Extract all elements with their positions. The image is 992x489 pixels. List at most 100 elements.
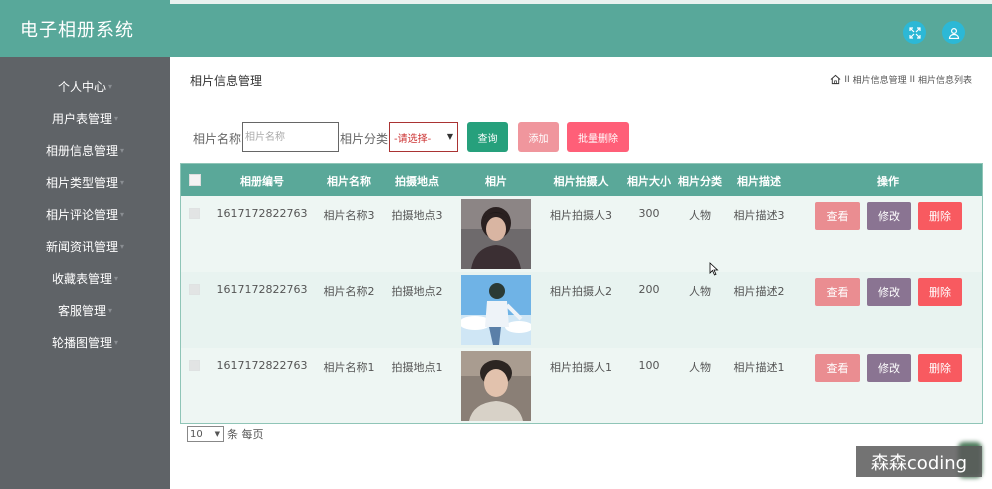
chevron-down-icon: ▾ (108, 81, 113, 91)
cell-description: 相片描述1 (733, 361, 785, 374)
cell-location: 拍摄地点1 (391, 361, 443, 374)
cell-photo-name: 相片名称2 (323, 285, 375, 298)
watermark: 森森coding (856, 446, 982, 477)
column-header: 操作 (877, 175, 899, 188)
cell-description: 相片描述3 (733, 209, 785, 222)
sidebar-item-photo-comments[interactable]: 相片评论管理 ▾ (0, 200, 170, 228)
sidebar-item-label: 客服管理 (57, 303, 106, 318)
chevron-down-icon: ▾ (108, 305, 113, 315)
column-header: 拍摄地点 (395, 175, 439, 188)
edit-button[interactable]: 修改 (867, 278, 911, 306)
chevron-down-icon: ▾ (114, 113, 119, 123)
table-row: 1617172822763 相片名称1 拍摄地点1 相片拍摄人1 100 人物 … (181, 348, 982, 424)
table-row: 1617172822763 相片名称3 拍摄地点3 相片拍摄人3 300 人物 … (181, 196, 982, 272)
page-size-suffix: 条 每页 (227, 428, 264, 441)
cell-category: 人物 (689, 361, 711, 374)
photo-thumbnail (461, 351, 531, 421)
fullscreen-icon (908, 26, 921, 39)
sidebar-item-customer-service[interactable]: 客服管理 ▾ (0, 296, 170, 324)
breadcrumb-item[interactable]: 相片信息管理 (853, 73, 907, 86)
sidebar-item-label: 新闻资讯管理 (45, 239, 118, 254)
mouse-cursor-icon (709, 262, 719, 276)
cell-location: 拍摄地点3 (391, 209, 443, 222)
row-checkbox[interactable] (189, 360, 200, 371)
cell-album-id: 1617172822763 (216, 207, 308, 220)
cell-album-id: 1617172822763 (216, 283, 308, 296)
photo-name-label: 相片名称 (193, 132, 242, 146)
delete-button[interactable]: 删除 (918, 202, 962, 230)
edit-button[interactable]: 修改 (867, 202, 911, 230)
column-header: 相片名称 (327, 175, 371, 188)
delete-button[interactable]: 删除 (918, 354, 962, 382)
chevron-down-icon: ▼ (214, 430, 220, 438)
cell-photo-name: 相片名称3 (323, 209, 375, 222)
sidebar-item-label: 相片评论管理 (45, 207, 118, 222)
select-value: 10 (190, 428, 203, 440)
chevron-down-icon: ▾ (120, 209, 125, 219)
view-button[interactable]: 查看 (815, 354, 860, 382)
cell-category: 人物 (689, 285, 711, 298)
cell-description: 相片描述2 (733, 285, 785, 298)
sidebar-item-carousel[interactable]: 轮播图管理 ▾ (0, 328, 170, 356)
add-button[interactable]: 添加 (518, 122, 559, 152)
app-title: 电子相册系统 (20, 20, 134, 41)
cell-photographer: 相片拍摄人3 (550, 209, 612, 222)
select-all-checkbox[interactable] (189, 174, 201, 186)
sidebar-item-label: 用户表管理 (51, 111, 112, 126)
photo-category-label: 相片分类 (340, 132, 389, 146)
sidebar-item-label: 相册信息管理 (45, 143, 118, 158)
table-row: 1617172822763 相片名称2 拍摄地点2 相片拍摄人2 200 人物 … (181, 272, 982, 348)
sidebar-item-favorites[interactable]: 收藏表管理 ▾ (0, 264, 170, 292)
top-strip (170, 0, 992, 4)
cell-album-id: 1617172822763 (216, 359, 308, 372)
row-checkbox[interactable] (189, 284, 200, 295)
column-header: 相册编号 (240, 175, 284, 188)
top-header: 电子相册系统 (0, 0, 992, 57)
sidebar: 个人中心 ▾ 用户表管理 ▾ 相册信息管理 ▾ 相片类型管理 ▾ 相片评论管理 ▾ 新闻资… (0, 57, 170, 489)
query-button[interactable]: 查询 (467, 122, 508, 152)
view-button[interactable]: 查看 (815, 202, 860, 230)
table-header: 相册编号 相片名称 拍摄地点 相片 相片拍摄人 相片大小 相片分类 相片描述 操… (181, 164, 982, 196)
sidebar-item-users[interactable]: 用户表管理 ▾ (0, 104, 170, 132)
sidebar-item-label: 个人中心 (57, 79, 106, 94)
sidebar-item-news[interactable]: 新闻资讯管理 ▾ (0, 232, 170, 260)
sidebar-item-personal-center[interactable]: 个人中心 ▾ (0, 72, 170, 100)
chevron-down-icon: ▾ (120, 177, 125, 187)
sidebar-item-label: 轮播图管理 (51, 335, 112, 350)
delete-button[interactable]: 删除 (918, 278, 962, 306)
fullscreen-button[interactable] (903, 21, 926, 44)
cell-photographer: 相片拍摄人2 (550, 285, 612, 298)
row-checkbox[interactable] (189, 208, 200, 219)
photo-category-select[interactable]: -请选择- ▼ (389, 122, 458, 152)
column-header: 相片描述 (737, 175, 781, 188)
pagination: 10 ▼ 条 每页 (187, 426, 264, 442)
breadcrumb-separator: II (909, 74, 915, 85)
chevron-down-icon: ▾ (114, 273, 119, 283)
chevron-down-icon: ▾ (120, 145, 125, 155)
user-icon (948, 27, 959, 39)
column-header: 相片 (485, 175, 507, 188)
view-button[interactable]: 查看 (815, 278, 860, 306)
chevron-down-icon: ▾ (120, 241, 125, 251)
chevron-down-icon: ▾ (114, 337, 119, 347)
cell-location: 拍摄地点2 (391, 285, 443, 298)
cell-photo-name: 相片名称1 (323, 361, 375, 374)
sidebar-item-album-info[interactable]: 相册信息管理 ▾ (0, 136, 170, 164)
column-header: 相片分类 (678, 175, 722, 188)
photo-thumbnail (461, 275, 531, 345)
edit-button[interactable]: 修改 (867, 354, 911, 382)
photo-thumbnail (461, 199, 531, 269)
photo-name-input[interactable] (242, 122, 339, 152)
page-size-select[interactable]: 10 ▼ (187, 426, 224, 442)
column-header: 相片拍摄人 (553, 175, 609, 188)
sidebar-item-label: 相片类型管理 (45, 175, 118, 190)
chevron-down-icon: ▼ (446, 132, 453, 141)
photo-table: 相册编号 相片名称 拍摄地点 相片 相片拍摄人 相片大小 相片分类 相片描述 操… (180, 163, 983, 424)
sidebar-item-photo-types[interactable]: 相片类型管理 ▾ (0, 168, 170, 196)
select-value: -请选择- (394, 133, 432, 145)
user-button[interactable] (942, 21, 965, 44)
home-icon[interactable] (830, 74, 841, 85)
breadcrumb-item: 相片信息列表 (917, 76, 972, 86)
batch-delete-button[interactable]: 批量删除 (567, 122, 629, 152)
cell-photographer: 相片拍摄人1 (550, 361, 612, 374)
